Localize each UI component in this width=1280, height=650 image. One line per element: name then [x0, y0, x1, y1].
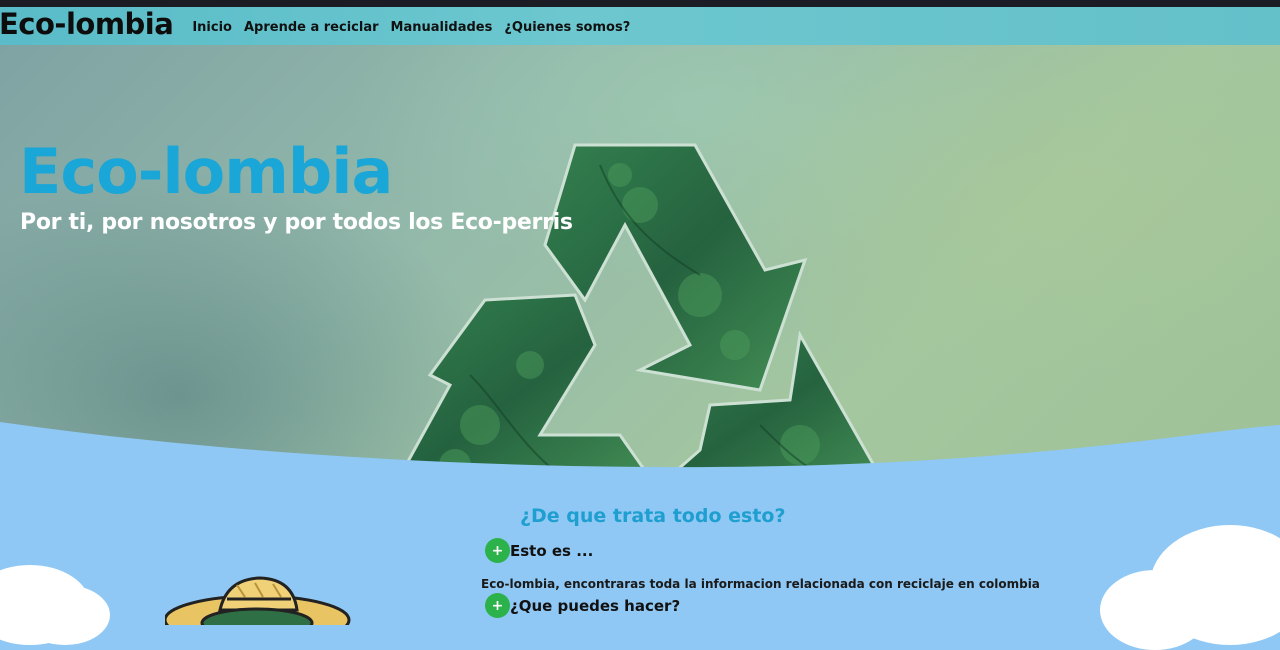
section-title: ¿De que trata todo esto? [520, 505, 786, 527]
nav-link-manualidades[interactable]: Manualidades [391, 20, 493, 35]
brand-logo[interactable]: Eco-lombia [0, 7, 174, 41]
faq-item-esto-es[interactable]: + Esto es ... [485, 538, 593, 563]
faq-item-que-puedes-hacer[interactable]: + ¿Que puedes hacer? [485, 593, 680, 618]
plus-icon[interactable]: + [485, 538, 510, 563]
hero-subtitle: Por ti, por nosotros y por todos los Eco… [20, 210, 573, 235]
nav-link-aprende-a-reciclar[interactable]: Aprende a reciclar [244, 20, 379, 35]
faq-label: Esto es ... [510, 541, 594, 560]
faq-answer: Eco-lombia, encontraras toda la informac… [481, 577, 1040, 591]
hero-title: Eco-lombia [19, 135, 393, 208]
browser-top-strip [0, 0, 1280, 7]
mascot-hat-icon [165, 576, 351, 625]
nav-links: Inicio Aprende a reciclar Manualidades ¿… [192, 20, 630, 35]
nav-link-quienes-somos[interactable]: ¿Quienes somos? [504, 20, 630, 35]
faq-label: ¿Que puedes hacer? [510, 596, 681, 615]
about-section: ¿De que trata todo esto? + Esto es ... E… [0, 470, 1280, 650]
navbar: Eco-lombia Inicio Aprende a reciclar Man… [0, 7, 1280, 45]
plus-icon[interactable]: + [485, 593, 510, 618]
nav-link-inicio[interactable]: Inicio [192, 20, 232, 35]
